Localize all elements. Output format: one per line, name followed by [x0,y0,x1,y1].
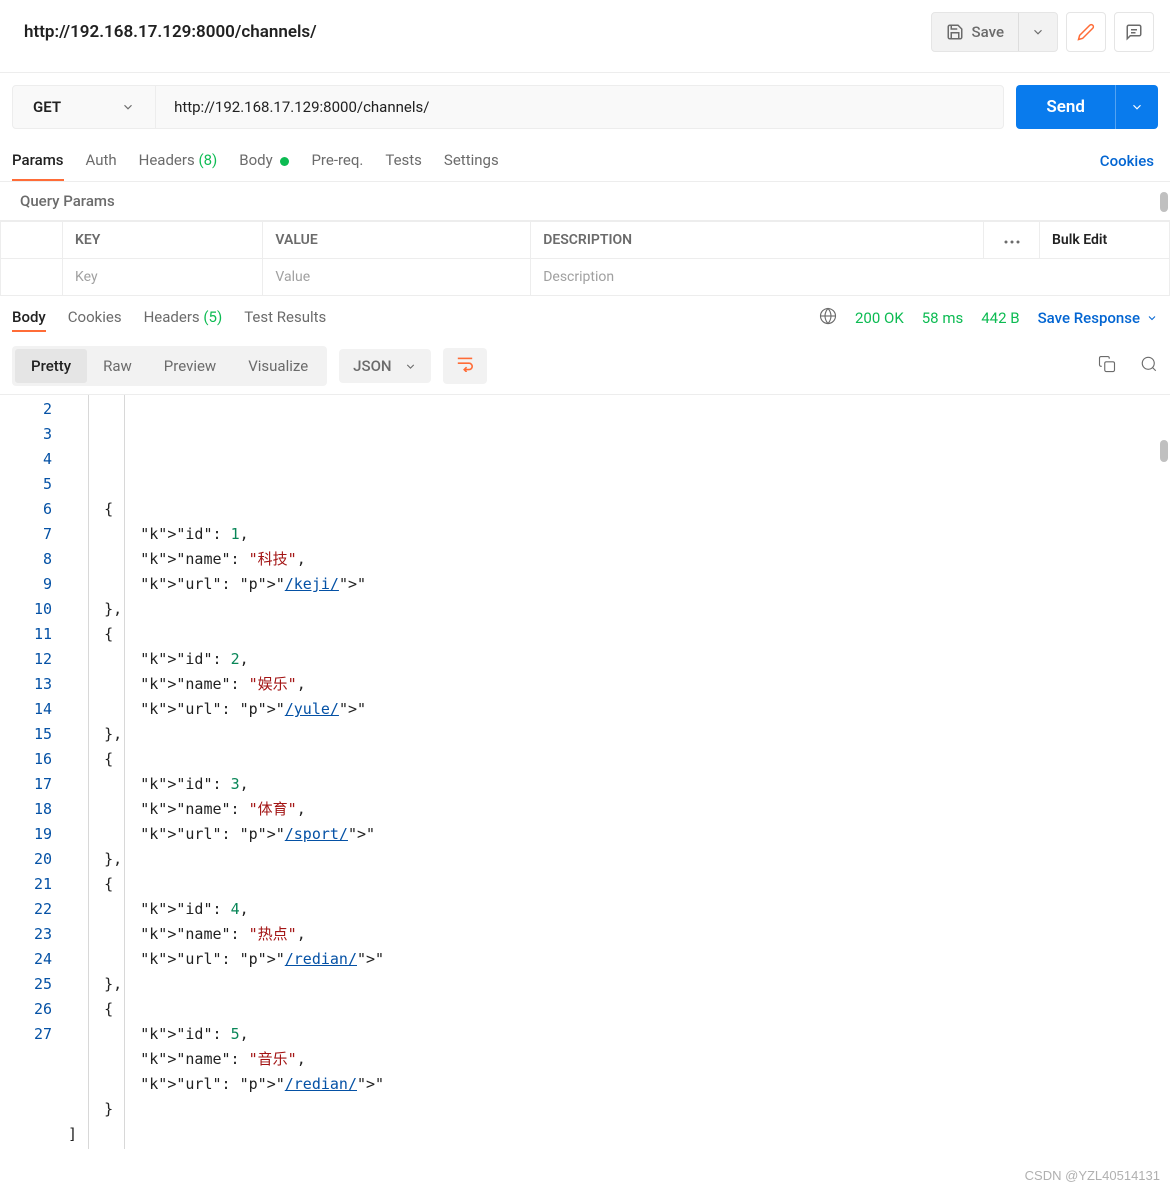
status-code: 200 OK [855,309,904,327]
query-params-table: KEY VALUE DESCRIPTION Bulk Edit Key Valu… [0,221,1170,296]
resp-tab-body[interactable]: Body [12,304,46,332]
send-button[interactable]: Send [1016,85,1115,129]
tab-tests[interactable]: Tests [385,141,422,181]
value-input[interactable]: Value [275,269,310,285]
format-select[interactable]: JSON [339,349,430,383]
comment-button[interactable] [1114,12,1154,52]
tab-auth[interactable]: Auth [86,141,117,181]
edit-button[interactable] [1066,12,1106,52]
more-column-button[interactable] [984,222,1040,259]
view-pretty[interactable]: Pretty [15,349,87,383]
method-url-bar: GET http://192.168.17.129:8000/channels/ [12,85,1004,129]
request-title: http://192.168.17.129:8000/channels/ [24,22,931,42]
resp-tab-headers[interactable]: Headers (5) [144,304,223,332]
scrollbar-thumb[interactable] [1160,440,1168,462]
save-button[interactable]: Save [932,13,1018,51]
chevron-down-icon [1146,312,1158,324]
chevron-down-icon [404,360,417,373]
cookies-link[interactable]: Cookies [1100,152,1158,170]
method-value: GET [33,98,61,116]
bulk-edit-button[interactable]: Bulk Edit [1040,222,1170,259]
watermark: CSDN @YZL40514131 [1025,1168,1160,1183]
save-response-button[interactable]: Save Response [1038,309,1158,327]
wrap-button[interactable] [443,348,487,384]
url-input[interactable]: http://192.168.17.129:8000/channels/ [156,86,1003,128]
view-preview[interactable]: Preview [148,349,232,383]
view-mode-segment: Pretty Raw Preview Visualize [12,346,327,386]
search-button[interactable] [1140,355,1158,377]
save-button-group: Save [931,12,1058,52]
tab-settings[interactable]: Settings [444,141,499,181]
code-body[interactable]: { "k">"id": 1, "k">"name": "科技", "k">"ur… [62,395,1170,1149]
send-dropdown[interactable] [1115,85,1158,129]
chevron-down-icon [1031,25,1045,39]
scrollbar-thumb[interactable] [1160,192,1168,212]
search-icon [1140,355,1158,373]
save-label: Save [972,23,1004,41]
response-body-viewer: 2345678910111213141516171819202122232425… [0,394,1170,1149]
query-params-label: Query Params [0,182,1170,221]
tab-params[interactable]: Params [12,141,64,181]
save-dropdown[interactable] [1018,13,1057,51]
comment-icon [1125,23,1143,41]
column-key: KEY [63,222,263,259]
column-description: DESCRIPTION [531,222,984,259]
resp-tab-test-results[interactable]: Test Results [244,304,326,332]
wrap-icon [455,356,475,372]
column-value: VALUE [263,222,531,259]
resp-tab-cookies[interactable]: Cookies [68,304,122,332]
status-size: 442 B [981,309,1019,327]
dot-icon [280,157,289,166]
copy-icon [1098,355,1116,373]
line-gutter: 2345678910111213141516171819202122232425… [0,395,62,1149]
table-row: Key Value Description [1,259,1170,296]
more-icon [1004,240,1020,244]
chevron-down-icon [1130,100,1144,114]
send-button-group: Send [1016,85,1158,129]
view-visualize[interactable]: Visualize [232,349,324,383]
description-input[interactable]: Description [543,269,614,285]
chevron-down-icon [121,100,135,114]
tab-prereq[interactable]: Pre-req. [311,141,363,181]
copy-button[interactable] [1098,355,1116,377]
method-select[interactable]: GET [13,86,156,128]
key-input[interactable]: Key [75,269,98,285]
view-raw[interactable]: Raw [87,349,148,383]
tab-headers[interactable]: Headers (8) [139,141,218,181]
status-time: 58 ms [922,309,963,327]
tab-body[interactable]: Body [239,141,289,181]
save-icon [946,23,964,41]
pencil-icon [1077,23,1095,41]
globe-icon[interactable] [819,307,837,329]
